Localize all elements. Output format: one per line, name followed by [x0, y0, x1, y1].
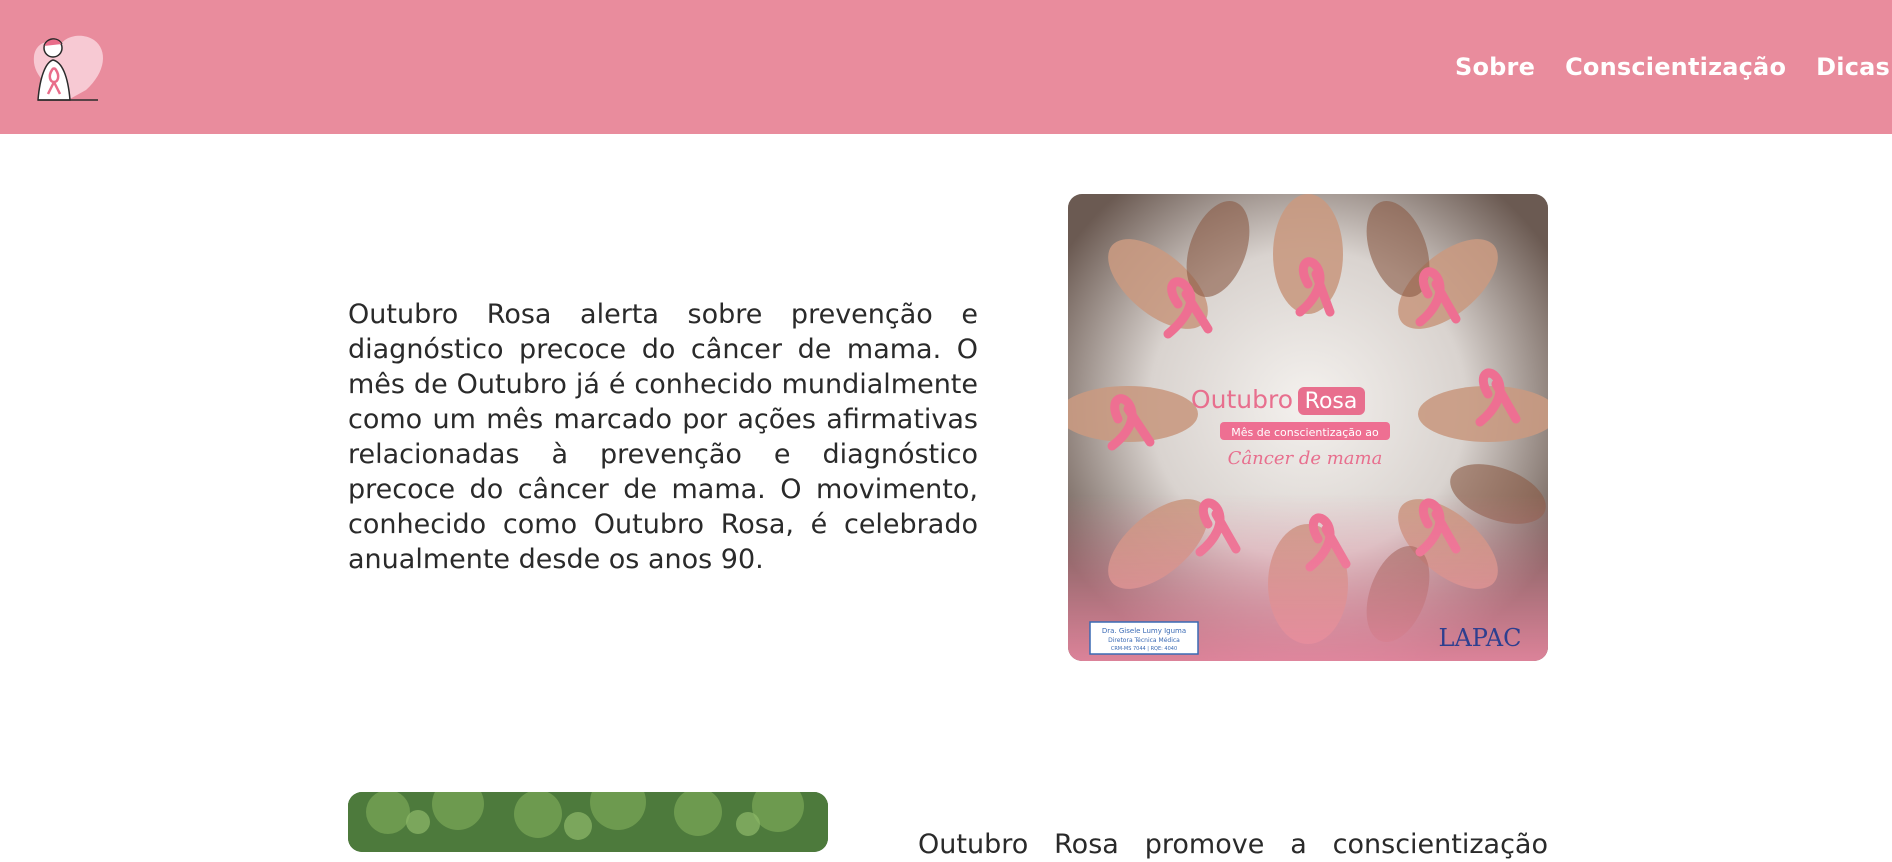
lapac-logo: LAPAC — [1439, 624, 1522, 652]
nav-link-sobre[interactable]: Sobre — [1455, 53, 1535, 81]
outubro-rosa-hands-image: Outubro Rosa Mês de conscientização ao C… — [1068, 194, 1548, 661]
site-header: Sobre Conscientização Dicas — [0, 0, 1892, 134]
doctor-name: Dra. Gisele Lumy Iguma — [1102, 627, 1186, 635]
image-subtitle: Mês de conscientização ao — [1231, 426, 1379, 439]
trees-image — [348, 792, 828, 852]
nav-link-dicas[interactable]: Dicas — [1816, 53, 1890, 81]
main-nav: Sobre Conscientização Dicas — [1455, 0, 1892, 134]
doctor-role: Diretora Técnica Médica — [1108, 637, 1180, 644]
pink-ribbon-heart-logo-icon[interactable] — [28, 30, 108, 106]
image-script-text: Câncer de mama — [1228, 448, 1383, 469]
intro-paragraph: Outubro Rosa alerta sobre prevenção e di… — [348, 299, 978, 575]
section2-paragraph: Outubro Rosa promove a conscientização — [918, 829, 1548, 860]
image-title-word1: Outubro — [1191, 385, 1293, 414]
nav-link-conscientizacao[interactable]: Conscientização — [1565, 53, 1786, 81]
doctor-registration: CRM-MS 7044 | RQE: 4040 — [1111, 646, 1177, 652]
image-title-word2: Rosa — [1305, 389, 1358, 414]
